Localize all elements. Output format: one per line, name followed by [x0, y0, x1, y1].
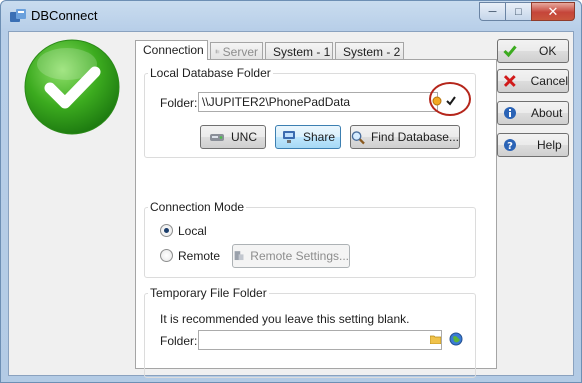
temporary-folder-field[interactable] — [198, 330, 442, 350]
connection-mode-legend: Connection Mode — [150, 200, 245, 214]
minimize-button[interactable]: ─ — [479, 2, 505, 21]
about-button-label: About — [531, 106, 563, 120]
temporary-folder-label: Folder: — [160, 334, 198, 348]
local-database-legend: Local Database Folder — [150, 66, 271, 80]
ok-button[interactable]: OK — [497, 39, 569, 63]
local-folder-field[interactable]: \\JUPITER2\PhonePadData — [198, 92, 438, 112]
tab-system-2[interactable]: System - 2 — [335, 42, 404, 60]
share-button[interactable]: Share — [275, 125, 341, 149]
temporary-folder-legend: Temporary File Folder — [150, 286, 267, 300]
dialog-client-area: Connection Server System - 1 System - 2 … — [8, 31, 574, 378]
temporary-folder-note: It is recommended you leave this setting… — [160, 312, 410, 326]
ok-button-label: OK — [539, 44, 557, 58]
local-radio[interactable] — [160, 224, 173, 237]
remote-settings-label: Remote Settings... — [250, 249, 349, 263]
maximize-button[interactable]: □ — [505, 2, 531, 21]
globe-icon[interactable] — [449, 332, 463, 346]
green-check-icon — [503, 45, 517, 58]
unc-button[interactable]: UNC — [200, 125, 266, 149]
cancel-button-label: Cancel — [530, 74, 568, 88]
maximize-icon: □ — [515, 5, 522, 18]
minimize-icon: ─ — [488, 5, 497, 18]
magnifier-icon — [351, 130, 365, 144]
find-database-label: Find Database... — [370, 130, 459, 144]
caption-buttons: ─ □ ✕ — [479, 2, 575, 21]
remote-settings-icon — [234, 251, 244, 261]
tab-connection[interactable]: Connection — [135, 40, 208, 60]
help-icon: ? — [504, 139, 516, 152]
tab-system-1-label: System - 1 — [273, 45, 331, 59]
dbconnect-window: DBConnect ─ □ ✕ Connection Server System… — [0, 0, 582, 383]
highlight-ring-annotation — [429, 82, 471, 116]
close-button[interactable]: ✕ — [531, 2, 575, 21]
tab-system-1[interactable]: System - 1 — [265, 42, 333, 60]
server-icon — [215, 49, 220, 54]
local-radio-label[interactable]: Local — [178, 224, 207, 238]
help-button-label: Help — [537, 138, 562, 152]
unc-drive-icon — [210, 134, 224, 141]
red-x-icon — [503, 75, 516, 87]
cancel-button[interactable]: Cancel — [497, 69, 569, 93]
remote-radio-label[interactable]: Remote — [178, 249, 220, 263]
folder-icon[interactable] — [430, 334, 441, 344]
remote-settings-button[interactable]: Remote Settings... — [232, 244, 350, 268]
tab-system-2-label: System - 2 — [343, 45, 401, 59]
close-icon: ✕ — [547, 3, 559, 19]
help-button[interactable]: ? Help — [497, 133, 569, 157]
info-icon — [504, 107, 516, 119]
tab-connection-label: Connection — [143, 43, 204, 57]
find-database-button[interactable]: Find Database... — [350, 125, 460, 149]
network-share-icon — [282, 131, 295, 143]
svg-text:?: ? — [507, 141, 513, 152]
unc-button-label: UNC — [231, 130, 257, 144]
local-folder-label: Folder: — [160, 96, 198, 110]
tab-server-label: Server — [222, 45, 258, 59]
database-app-icon — [10, 9, 26, 22]
about-button[interactable]: About — [497, 101, 569, 125]
share-button-label: Share — [302, 130, 336, 144]
connected-check-icon — [24, 39, 120, 135]
tab-server[interactable]: Server — [210, 42, 263, 60]
title-bar[interactable]: DBConnect ─ □ ✕ — [1, 1, 581, 31]
window-title: DBConnect — [31, 8, 98, 23]
remote-radio[interactable] — [160, 249, 173, 262]
